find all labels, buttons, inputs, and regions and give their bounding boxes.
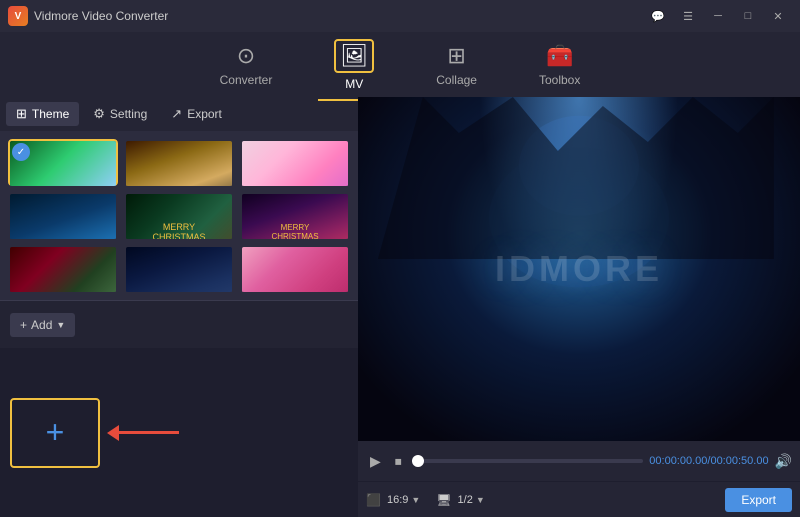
minimize-btn[interactable]: ─ [704,5,732,27]
screen-icon: 🖥 [436,493,451,507]
converter-icon: ⊙ [237,43,255,69]
collage-icon: ⊞ [447,43,465,69]
app-title: Vidmore Video Converter [34,9,168,23]
add-label: Add [31,318,52,332]
plus-icon: + [46,414,65,451]
plus-box[interactable]: + [10,398,100,468]
nav-item-toolbox[interactable]: 🧰 Toolbox [523,37,596,93]
plus-box-area: + [0,348,358,517]
ratio-dropdown-arrow: ▼ [411,495,420,505]
maximize-btn[interactable]: □ [734,5,762,27]
theme-item-current[interactable]: ✓ Current [8,139,118,186]
theme-item-snowy-night[interactable]: Snowy Night [124,245,234,292]
theme-tab-icon: ⊞ [16,106,27,122]
mv-label: MV [345,77,363,91]
setting-tab-icon: ⚙ [93,106,105,122]
export-tab-label: Export [187,107,222,121]
theme-item-christmas-eve[interactable]: MERRYCHRISTMAS Christmas Eve [124,192,234,239]
add-area: + Add ▼ [0,300,358,348]
time-display: 00:00:00.00/00:00:50.00 [649,455,768,467]
app-logo: V [8,6,28,26]
tab-bar: ⊞ Theme ⚙ Setting ↗ Export [0,97,358,131]
setting-tab-label: Setting [110,107,147,121]
arrow-head [107,425,119,441]
tab-theme[interactable]: ⊞ Theme [6,102,79,126]
theme-item-merry-christmas[interactable]: MERRYCHRISTMAS Merry Christmas [240,192,350,239]
page-select[interactable]: 1/2 ▼ [458,494,485,506]
converter-label: Converter [220,73,273,87]
ratio-select[interactable]: 16:9 ▼ [387,494,420,506]
add-icon: + [20,318,27,332]
chat-icon-btn[interactable]: 💬 [644,5,672,27]
toolbox-label: Toolbox [539,73,580,87]
add-dropdown-arrow: ▼ [56,320,65,330]
play-button[interactable]: ▶ [366,451,385,472]
ratio-icon: ⬛ [366,493,381,507]
theme-item-stripes-waves[interactable]: Stripes & Waves [240,245,350,292]
theme-item-simple[interactable]: Simple [8,192,118,239]
right-panel: IDMORE ▶ ⏹ 00:00:00.00/00:00:50.00 🔊 ⬛ 1… [358,97,800,517]
theme-item-happy[interactable]: Happy [240,139,350,186]
title-bar-controls: 💬 ☰ ─ □ ✕ [644,5,792,27]
page-dropdown-arrow: ▼ [476,495,485,505]
theme-item-santa-claus[interactable]: Santa Claus [8,245,118,292]
preview-area: IDMORE [358,97,800,441]
ratio-label: 16:9 [387,494,408,506]
toolbox-icon: 🧰 [546,43,573,69]
theme-tab-label: Theme [32,107,69,121]
nav-item-collage[interactable]: ⊞ Collage [420,37,493,93]
nav-item-mv[interactable]: 🖼 MV [318,33,390,97]
add-button[interactable]: + Add ▼ [10,313,75,337]
export-tab-icon: ↗ [171,106,182,122]
theme-grid: ✓ Current Neat Happy [0,131,358,300]
collage-label: Collage [436,73,477,87]
page-label: 1/2 [458,494,473,506]
tab-export[interactable]: ↗ Export [161,102,232,126]
arrow-indicator [108,425,179,441]
mv-icon-box: 🖼 [334,39,374,73]
controls-bar: ▶ ⏹ 00:00:00.00/00:00:50.00 🔊 [358,441,800,481]
stop-button[interactable]: ⏹ [391,451,406,472]
main-content: ⊞ Theme ⚙ Setting ↗ Export ✓ Current [0,97,800,517]
title-bar: V Vidmore Video Converter 💬 ☰ ─ □ ✕ [0,0,800,32]
top-nav: ⊙ Converter 🖼 MV ⊞ Collage 🧰 Toolbox [0,32,800,97]
nav-item-converter[interactable]: ⊙ Converter [204,37,289,93]
mv-icon: 🖼 [340,43,368,68]
menu-btn[interactable]: ☰ [674,5,702,27]
options-bar: ⬛ 16:9 ▼ 🖥 1/2 ▼ Export [358,481,800,517]
left-panel: ⊞ Theme ⚙ Setting ↗ Export ✓ Current [0,97,358,517]
preview-watermark: IDMORE [495,248,663,290]
progress-bar[interactable] [412,459,644,463]
export-button[interactable]: Export [725,488,792,512]
arrow-line [119,431,179,434]
tab-setting[interactable]: ⚙ Setting [83,102,157,126]
theme-item-neat[interactable]: Neat [124,139,234,186]
close-btn[interactable]: ✕ [764,5,792,27]
progress-dot [412,455,424,467]
title-bar-left: V Vidmore Video Converter [8,6,168,26]
check-badge: ✓ [12,143,30,161]
preview-background: IDMORE [358,97,800,441]
volume-icon: 🔊 [775,453,792,470]
